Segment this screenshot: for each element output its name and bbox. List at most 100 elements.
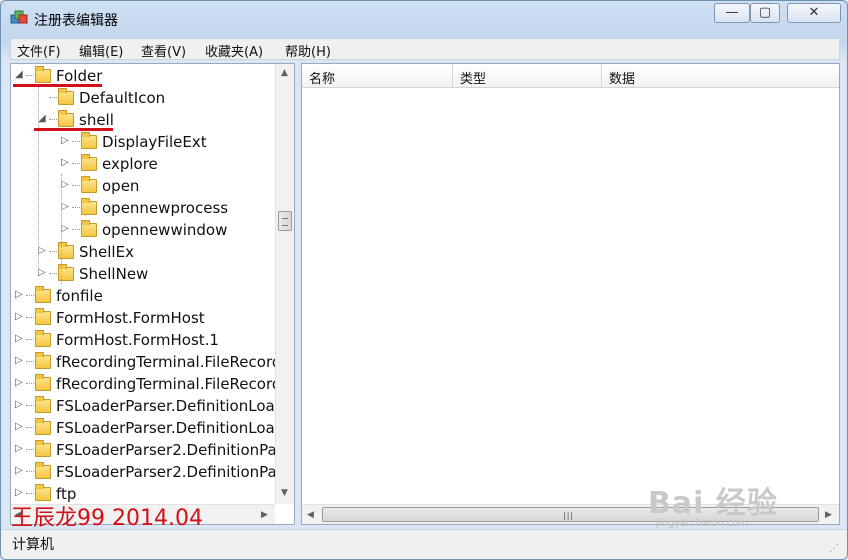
tree-node-label: opennewprocess: [102, 199, 229, 217]
tree-node[interactable]: ▷ opennewwindow: [11, 219, 273, 241]
collapsed-arrow-icon[interactable]: ▷: [61, 135, 69, 146]
tree-node[interactable]: ▷ fRecordingTerminal.FileRecord: [11, 351, 281, 373]
maximize-button[interactable]: ▢: [750, 3, 780, 23]
highlight-underline-folder: [13, 84, 102, 87]
column-name-label: 名称: [309, 72, 336, 87]
collapsed-arrow-icon[interactable]: ▷: [15, 443, 23, 454]
tree-node[interactable]: ▷ FormHost.FormHost.1: [11, 329, 273, 351]
tree-node-label: fRecordingTerminal.FileRecord: [56, 353, 282, 371]
registry-editor-window: 注册表编辑器 — ▢ ✕ 文件(F) 编辑(E) 查看(V) 收藏夹(A) 帮助…: [0, 0, 848, 560]
folder-icon: [35, 308, 51, 325]
tree-node-label: FSLoaderParser2.DefinitionPar: [56, 463, 283, 481]
folder-icon: [58, 110, 74, 127]
tree-node-label: FormHost.FormHost: [56, 309, 205, 327]
values-list[interactable]: 名称 类型 数据 ◀ ||| ▶: [301, 63, 840, 525]
tree-node[interactable]: ▷ FormHost.FormHost: [11, 307, 273, 329]
tree-node[interactable]: ▷ DisplayFileExt: [11, 131, 273, 153]
scroll-up-icon[interactable]: ▲: [281, 68, 288, 78]
tree-connector: [26, 405, 34, 406]
scroll-down-icon[interactable]: ▼: [281, 488, 288, 498]
collapsed-arrow-icon[interactable]: ▷: [15, 355, 23, 366]
registry-key-tree[interactable]: ◢ Folder DefaultIcon ◢ shell ▷ DisplayFileExt ▷…: [10, 63, 295, 525]
tree-connector: [26, 383, 34, 384]
tree-node[interactable]: ▷ ShellNew: [11, 263, 273, 285]
close-button[interactable]: ✕: [787, 3, 841, 23]
folder-icon: [35, 66, 51, 83]
collapsed-arrow-icon[interactable]: ▷: [15, 487, 23, 498]
tree-node[interactable]: DefaultIcon: [11, 87, 273, 109]
tree-connector: [49, 273, 57, 274]
tree-connector: [49, 97, 57, 98]
tree-connector: [26, 317, 34, 318]
tree-node-label: open: [102, 177, 140, 195]
collapsed-arrow-icon[interactable]: ▷: [15, 465, 23, 476]
menu-favorites[interactable]: 收藏夹(A): [205, 41, 263, 60]
highlight-underline-shell: [34, 128, 113, 131]
tree-node-label: ShellEx: [79, 243, 134, 261]
collapsed-arrow-icon[interactable]: ▷: [61, 223, 69, 234]
collapsed-arrow-icon[interactable]: ▷: [38, 245, 46, 256]
tree-connector: [72, 163, 80, 164]
menu-view[interactable]: 查看(V): [141, 41, 186, 60]
minimize-button[interactable]: —: [714, 3, 750, 23]
status-bar: 计算机 ⋰: [1, 529, 847, 559]
collapsed-arrow-icon[interactable]: ▷: [38, 267, 46, 278]
tree-connector: [72, 207, 80, 208]
folder-icon: [35, 440, 51, 457]
collapsed-arrow-icon[interactable]: ▷: [61, 157, 69, 168]
tree-vertical-scrollbar[interactable]: ▲ ▼: [275, 64, 294, 504]
tree-node[interactable]: ▷ FSLoaderParser.DefinitionLoad: [11, 417, 284, 439]
scroll-right-icon[interactable]: ▶: [261, 510, 268, 520]
tree-node[interactable]: ▷ FSLoaderParser2.DefinitionPar: [11, 461, 283, 483]
tree-node[interactable]: ▷ ShellEx: [11, 241, 273, 263]
collapsed-arrow-icon[interactable]: ▷: [15, 289, 23, 300]
title-bar[interactable]: 注册表编辑器 — ▢ ✕: [1, 1, 847, 35]
tree-node-label: opennewwindow: [102, 221, 228, 239]
menu-edit[interactable]: 编辑(E): [79, 41, 123, 60]
expanded-arrow-icon[interactable]: ◢: [15, 69, 23, 80]
tree-node-label: fonfile: [56, 287, 103, 305]
expanded-arrow-icon[interactable]: ◢: [38, 113, 46, 124]
collapsed-arrow-icon[interactable]: ▷: [15, 377, 23, 388]
column-header-data[interactable]: 数据: [602, 64, 839, 88]
folder-icon: [35, 418, 51, 435]
baidu-logo-text: Bai 经验: [648, 486, 778, 521]
column-header-name[interactable]: 名称: [302, 64, 453, 88]
tree-node[interactable]: ▷ FSLoaderParser2.DefinitionPar: [11, 439, 283, 461]
tree-node[interactable]: ▷ fRecordingTerminal.FileRecord: [11, 373, 281, 395]
tree-node-label: FSLoaderParser2.DefinitionPar: [56, 441, 283, 459]
menu-help[interactable]: 帮助(H): [285, 41, 331, 60]
tree-node[interactable]: ▷ opennewprocess: [11, 197, 273, 219]
tree-node[interactable]: ▷ explore: [11, 153, 273, 175]
collapsed-arrow-icon[interactable]: ▷: [15, 421, 23, 432]
scroll-right-icon[interactable]: ▶: [825, 510, 832, 520]
collapsed-arrow-icon[interactable]: ▷: [61, 201, 69, 212]
collapsed-arrow-icon[interactable]: ▷: [61, 179, 69, 190]
tree-vertical-scroll-thumb[interactable]: [278, 211, 292, 231]
column-header-type[interactable]: 类型: [453, 64, 602, 88]
author-watermark: 王辰龙99 2014.04: [11, 506, 203, 531]
column-data-label: 数据: [609, 72, 636, 87]
folder-icon: [35, 462, 51, 479]
collapsed-arrow-icon[interactable]: ▷: [15, 399, 23, 410]
tree-connector: [26, 361, 34, 362]
scroll-left-icon[interactable]: ◀: [307, 510, 314, 520]
grip-icon: |||: [563, 511, 575, 520]
tree-node-label: shell: [79, 111, 114, 129]
collapsed-arrow-icon[interactable]: ▷: [15, 333, 23, 344]
tree-connector: [72, 185, 80, 186]
tree-node-label: DisplayFileExt: [102, 133, 207, 151]
tree-node[interactable]: ▷ FSLoaderParser.DefinitionLoad: [11, 395, 284, 417]
tree-guide-line: [38, 86, 39, 272]
collapsed-arrow-icon[interactable]: ▷: [15, 311, 23, 322]
tree-connector: [26, 471, 34, 472]
menu-file[interactable]: 文件(F): [17, 41, 61, 60]
tree-node-label: FSLoaderParser.DefinitionLoad: [56, 419, 285, 437]
tree-node[interactable]: ▷ open: [11, 175, 273, 197]
tree-node-label: ShellNew: [79, 265, 149, 283]
folder-icon: [35, 352, 51, 369]
folder-icon: [35, 374, 51, 391]
resize-grip-icon[interactable]: ⋰: [829, 543, 839, 554]
folder-icon: [35, 396, 51, 413]
tree-node[interactable]: ▷ fonfile: [11, 285, 273, 307]
